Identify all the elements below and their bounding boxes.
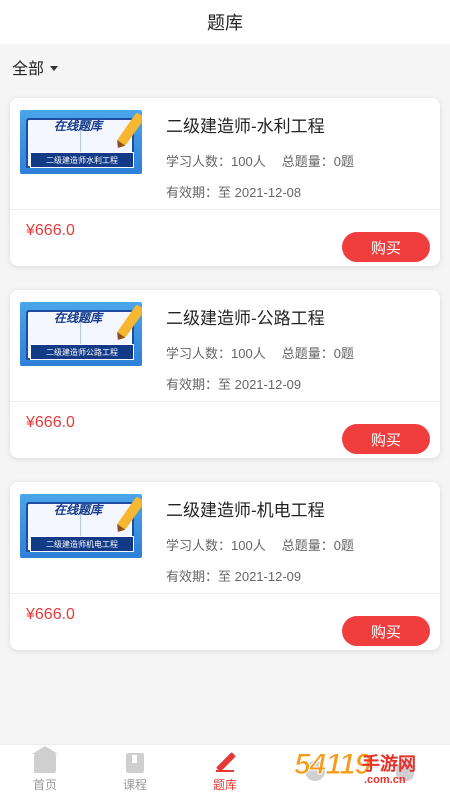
cover-title: 在线题库	[54, 311, 103, 325]
course-price: ¥666.0	[26, 414, 75, 431]
tab-home[interactable]: 首页	[0, 745, 90, 800]
cover-title: 在线题库	[54, 503, 103, 517]
tab-label: 首页	[32, 777, 57, 792]
course-info: 二级建造师-机电工程 学习人数：100人 总题量：0题 有效期：至 2021-12…	[166, 494, 354, 593]
course-cover-image: 在线题库 二级建造师公路工程	[20, 302, 142, 366]
course-meta: 学习人数：100人 总题量：0题	[166, 535, 354, 554]
filter-bar: 全部	[0, 44, 450, 90]
expiry-date: 有效期：至 2021-12-09	[166, 377, 302, 392]
watermark-domain: .com.cn	[364, 774, 406, 786]
home-icon	[32, 745, 58, 773]
expiry-date: 有效期：至 2021-12-09	[166, 569, 302, 584]
watermark-name: 手游网	[362, 754, 416, 774]
caret-down-icon	[50, 65, 59, 71]
course-cover-image: 在线题库 二级建造师机电工程	[20, 494, 142, 558]
course-card-footer: ¥666.0 购买	[10, 210, 440, 266]
course-card-body: 在线题库 二级建造师水利工程 二级建造师-水利工程 学习人数：100人 总题量：0…	[10, 98, 440, 210]
cover-banner: 二级建造师机电工程	[30, 536, 134, 552]
course-card-footer: ¥666.0 购买	[10, 594, 440, 650]
course-name: 二级建造师-机电工程	[166, 501, 325, 520]
question-count: 总题量：0题	[281, 538, 354, 553]
watermark-number: 54119	[293, 748, 371, 782]
tab-courses[interactable]: 课程	[90, 745, 180, 800]
course-price: ¥666.0	[26, 606, 75, 623]
filter-label: 全部	[12, 61, 45, 78]
student-count: 学习人数：100人	[166, 346, 266, 361]
course-price: ¥666.0	[26, 222, 75, 239]
course-name: 二级建造师-公路工程	[166, 309, 325, 328]
page-title: 题库	[207, 13, 243, 33]
expiry-date: 有效期：至 2021-12-08	[166, 185, 302, 200]
student-count: 学习人数：100人	[166, 538, 266, 553]
course-cover-image: 在线题库 二级建造师水利工程	[20, 110, 142, 174]
student-count: 学习人数：100人	[166, 154, 266, 169]
course-meta: 学习人数：100人 总题量：0题	[166, 151, 354, 170]
buy-button[interactable]: 购买	[342, 424, 430, 454]
buy-button[interactable]: 购买	[342, 232, 430, 262]
question-count: 总题量：0题	[281, 154, 354, 169]
course-info: 二级建造师-公路工程 学习人数：100人 总题量：0题 有效期：至 2021-12…	[166, 302, 354, 401]
tab-label: 课程	[122, 777, 147, 792]
tab-label: 题库	[212, 777, 237, 792]
top-bar: 题库	[0, 0, 450, 44]
course-card-body: 在线题库 二级建造师公路工程 二级建造师-公路工程 学习人数：100人 总题量：0…	[10, 290, 440, 402]
course-icon	[126, 752, 144, 773]
course-meta: 学习人数：100人 总题量：0题	[166, 343, 354, 362]
course-card-body: 在线题库 二级建造师机电工程 二级建造师-机电工程 学习人数：100人 总题量：0…	[10, 482, 440, 594]
question-count: 总题量：0题	[281, 346, 354, 361]
cover-banner: 二级建造师公路工程	[30, 344, 134, 360]
cover-banner: 二级建造师水利工程	[30, 152, 134, 168]
question-bank-icon	[214, 753, 236, 773]
buy-button[interactable]: 购买	[342, 616, 430, 646]
course-card[interactable]: 在线题库 二级建造师机电工程 二级建造师-机电工程 学习人数：100人 总题量：0…	[10, 482, 440, 650]
question-bank-list: 在线题库 二级建造师水利工程 二级建造师-水利工程 学习人数：100人 总题量：0…	[0, 98, 450, 650]
course-card[interactable]: 在线题库 二级建造师公路工程 二级建造师-公路工程 学习人数：100人 总题量：0…	[10, 290, 440, 458]
course-card[interactable]: 在线题库 二级建造师水利工程 二级建造师-水利工程 学习人数：100人 总题量：0…	[10, 98, 440, 266]
cover-title: 在线题库	[54, 119, 103, 133]
tab-question-bank[interactable]: 题库	[180, 745, 270, 800]
course-info: 二级建造师-水利工程 学习人数：100人 总题量：0题 有效期：至 2021-12…	[166, 110, 354, 209]
course-card-footer: ¥666.0 购买	[10, 402, 440, 458]
site-watermark-logo: 54119 手游网 .com.cn	[293, 748, 444, 794]
category-filter-dropdown[interactable]: 全部	[12, 55, 59, 79]
course-name: 二级建造师-水利工程	[166, 117, 325, 136]
